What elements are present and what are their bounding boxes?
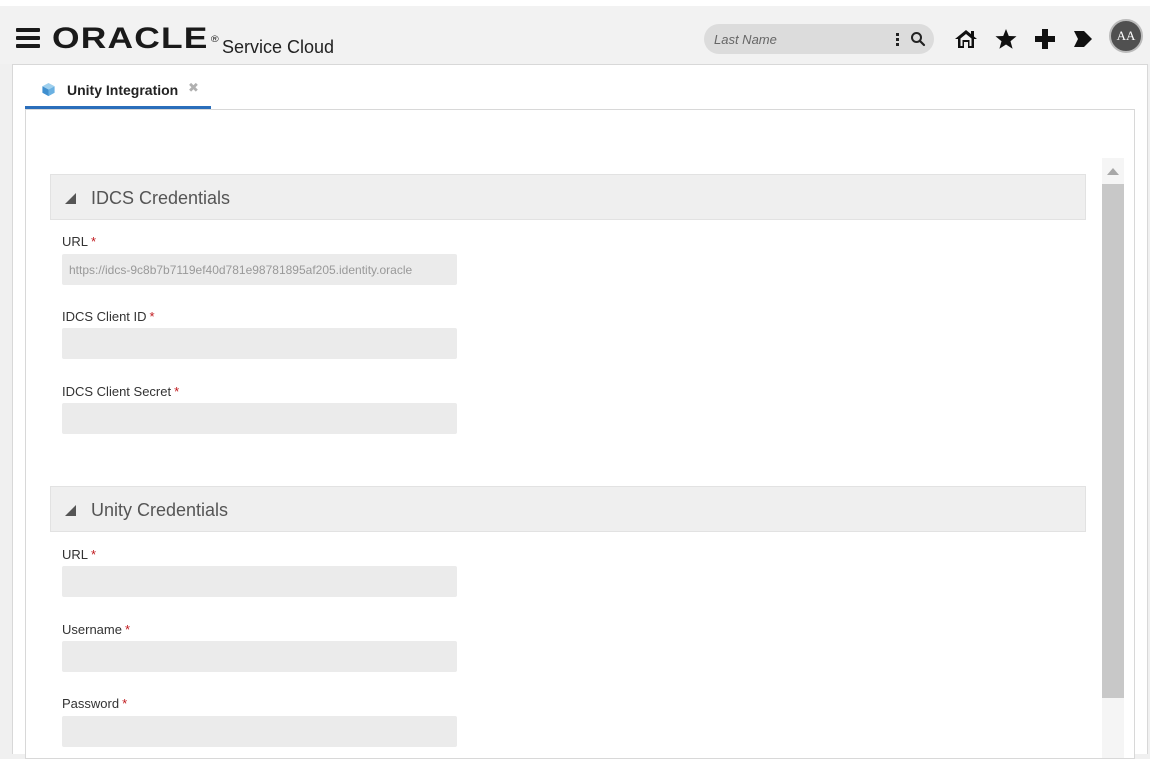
plus-icon[interactable] xyxy=(1033,28,1057,50)
logo-mark: ® xyxy=(210,34,220,44)
vertical-scrollbar[interactable] xyxy=(1102,158,1124,758)
section-unity-credentials[interactable]: Unity Credentials xyxy=(50,486,1086,532)
field-label-password: Password * xyxy=(62,696,127,711)
search-icon[interactable] xyxy=(910,31,926,47)
username-field[interactable] xyxy=(62,641,457,672)
search-options-icon[interactable] xyxy=(894,30,902,48)
label-text: Password xyxy=(62,696,120,711)
workspace: Unity Integration ✖ IDCS Credentials URL… xyxy=(12,64,1148,759)
field-label-unity-url: URL * xyxy=(62,547,96,562)
cube-icon xyxy=(42,82,55,97)
star-icon[interactable] xyxy=(994,28,1018,50)
field-label-idcs-client-id: IDCS Client ID * xyxy=(62,309,155,324)
logo-text: ORACLE xyxy=(52,22,209,55)
search-box xyxy=(704,24,934,54)
idcs-url-field[interactable] xyxy=(62,254,457,285)
unity-url-field[interactable] xyxy=(62,566,457,597)
required-marker: * xyxy=(174,384,180,399)
scrollbar-thumb[interactable] xyxy=(1102,184,1124,698)
collapse-triangle-icon[interactable] xyxy=(65,193,76,204)
product-name: Service Cloud xyxy=(222,37,335,57)
required-marker: * xyxy=(91,547,97,562)
tab-unity-integration[interactable]: Unity Integration ✖ xyxy=(25,67,211,109)
label-text: URL xyxy=(62,234,89,249)
form-panel: IDCS Credentials URL* IDCS Client ID* ID… xyxy=(25,109,1135,759)
notifications-icon[interactable] xyxy=(1071,28,1095,50)
section-title: IDCS Credentials xyxy=(91,188,231,208)
tab-label: Unity Integration xyxy=(67,82,179,98)
top-navigation-bar: ORACLE® Service Cloud AA xyxy=(0,0,1150,64)
scroll-up-arrow-icon[interactable] xyxy=(1107,168,1119,175)
idcs-client-id-field[interactable] xyxy=(62,328,457,359)
label-text: IDCS Client ID xyxy=(62,309,147,324)
required-marker: * xyxy=(124,622,131,637)
close-icon[interactable]: ✖ xyxy=(188,80,199,96)
field-label-idcs-client-secret: IDCS Client Secret * xyxy=(62,384,179,399)
field-label-username: Username * xyxy=(62,622,130,637)
required-marker: * xyxy=(91,234,97,249)
required-marker: * xyxy=(149,309,155,324)
idcs-client-secret-field[interactable] xyxy=(62,403,457,434)
label-text: Username xyxy=(62,622,122,637)
password-field[interactable] xyxy=(62,716,457,747)
search-input[interactable] xyxy=(714,28,884,50)
home-icon[interactable] xyxy=(954,28,978,50)
label-text: URL xyxy=(62,547,89,562)
field-label-idcs-url: URL * xyxy=(62,234,96,249)
avatar[interactable]: AA xyxy=(1109,19,1143,53)
section-idcs-credentials[interactable]: IDCS Credentials xyxy=(50,174,1086,220)
required-marker: * xyxy=(122,696,128,711)
menu-icon[interactable] xyxy=(16,28,40,48)
label-text: IDCS Client Secret xyxy=(62,384,172,399)
section-title: Unity Credentials xyxy=(91,500,229,520)
collapse-triangle-icon[interactable] xyxy=(65,505,76,516)
oracle-logo: ORACLE ® xyxy=(52,23,220,55)
